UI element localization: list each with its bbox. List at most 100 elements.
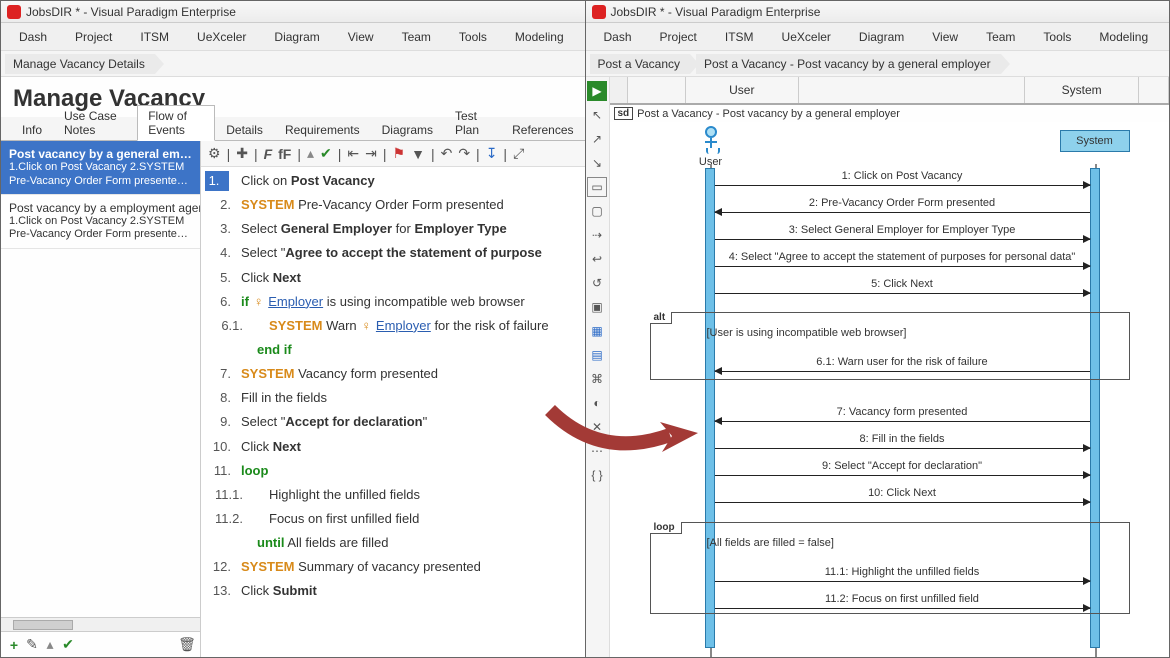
accept-icon[interactable]: ✔ [317,145,335,162]
flow-step[interactable]: 11.1.Highlight the unfilled fields [201,483,585,507]
flow-step[interactable]: 6.if ♀ Employer is using incompatible we… [201,290,585,314]
fragment-alt[interactable]: alt[User is using incompatible web brows… [650,312,1130,380]
sequence-canvas[interactable]: User System 1: Click on Post Vacancy 2: P… [610,122,1170,657]
ref-icon[interactable]: ⌘ [587,369,607,389]
breadcrumb-right[interactable]: Post a Vacancy Post a Vacancy - Post vac… [586,51,1170,77]
font-icon[interactable]: fF [275,146,294,162]
menu-view[interactable]: View [918,26,972,48]
tab-test-plan[interactable]: Test Plan [444,105,501,141]
flow-step[interactable]: 2.SYSTEM Pre-Vacancy Order Form presente… [201,193,585,217]
scenario-list[interactable]: Post vacancy by a general em…1.Click on … [1,141,201,657]
lane-system[interactable]: System [1025,77,1139,103]
menu-itsm[interactable]: ITSM [711,26,768,48]
menu-view[interactable]: View [334,26,388,48]
message[interactable]: 8: Fill in the fields [715,435,1090,449]
lane-user[interactable]: User [686,77,800,103]
message[interactable]: 3: Select General Employer for Employer … [715,226,1090,240]
menu-project[interactable]: Project [61,26,126,48]
menu-uexceler[interactable]: UeXceler [768,26,845,48]
add-step-icon[interactable]: ✚ [233,145,251,162]
message[interactable]: 1: Click on Post Vacancy [715,172,1090,186]
scrollbar-h[interactable] [1,617,200,631]
flow-step[interactable]: 12.SYSTEM Summary of vacancy presented [201,555,585,579]
menu-dash[interactable]: Dash [5,26,61,48]
redo-icon[interactable]: ↷ [455,145,473,162]
trash-icon[interactable]: 🗑 [178,636,196,653]
line-icon[interactable]: ↘ [587,153,607,173]
up-icon[interactable]: ▴ [41,636,59,653]
tag-icon[interactable]: ⚑ [390,145,409,162]
flow-step[interactable]: 11.loop [201,459,585,483]
breadcrumb-item[interactable]: Manage Vacancy Details [5,54,155,74]
run-icon[interactable]: ▶ [587,81,607,101]
cursor-icon[interactable]: ↖ [587,105,607,125]
menu-dash[interactable]: Dash [590,26,646,48]
menu-uexceler[interactable]: UeXceler [183,26,260,48]
menu-team[interactable]: Team [388,26,445,48]
menu-diagram[interactable]: Diagram [845,26,918,48]
message[interactable]: 2: Pre-Vacancy Order Form presented [715,199,1090,213]
flow-step[interactable]: end if [201,338,585,362]
message[interactable]: 5: Click Next [715,280,1090,294]
scenario-item[interactable]: Post vacancy by a general em…1.Click on … [1,141,200,195]
breadcrumb-item[interactable]: Post a Vacancy [590,54,691,74]
flow-step[interactable]: 3.Select General Employer for Employer T… [201,217,585,241]
actor-user[interactable]: User [699,126,723,168]
flow-step[interactable]: 10.Click Next [201,435,585,459]
check-icon[interactable]: ✔ [59,636,77,653]
scenario-item[interactable]: Post vacancy by a employment ager1.Click… [1,195,200,249]
menu-modeling[interactable]: Modeling [501,26,578,48]
flow-step[interactable]: until All fields are filled [201,531,585,555]
flow-step[interactable]: 5.Click Next [201,266,585,290]
expand-icon[interactable]: ⤢ [510,145,527,162]
flow-step[interactable]: 9.Select "Accept for declaration" [201,410,585,434]
flow-toolbar[interactable]: ⚙ | ✚ | F fF | ▴ ✔ | ⇤ ⇥ | ⚑ ▼ | ↶ [201,141,585,167]
flow-step[interactable]: 8.Fill in the fields [201,386,585,410]
gear-icon[interactable]: ⚙ [205,145,224,162]
tool-palette[interactable]: ▶ ↖ ↗ ↘ ▭ ▢ ⇢ ↩ ↺ ▣ ▦ ▤ ⌘ ◐ ✕ ⋯ { } [586,77,610,657]
message[interactable]: 4: Select "Agree to accept the statement… [715,253,1090,267]
dash-icon[interactable]: ⇢ [587,225,607,245]
menu-bar-right[interactable]: DashProjectITSMUeXcelerDiagramViewTeamTo… [586,23,1170,51]
message[interactable]: 9: Select "Accept for declaration" [715,462,1090,476]
flow-step[interactable]: 1.Click on Post Vacancy [201,169,585,193]
menu-modeling[interactable]: Modeling [1085,26,1162,48]
breadcrumb-left[interactable]: Manage Vacancy Details [1,51,585,77]
tab-flow-of-events[interactable]: Flow of Events [137,105,215,141]
self-icon[interactable]: ↺ [587,273,607,293]
note-icon[interactable]: ▤ [587,345,607,365]
use-case-tabs[interactable]: InfoUse Case NotesFlow of EventsDetailsR… [1,117,585,141]
flow-steps[interactable]: 1.Click on Post Vacancy2.SYSTEM Pre-Vaca… [201,167,585,657]
bold-icon[interactable]: F [261,146,276,162]
gate-icon[interactable]: ◐ [587,393,607,413]
tab-diagrams[interactable]: Diagrams [371,119,444,141]
tab-references[interactable]: References [501,119,584,141]
tab-info[interactable]: Info [11,119,53,141]
menu-team[interactable]: Team [972,26,1029,48]
breadcrumb-item[interactable]: Post a Vacancy - Post vacancy by a gener… [696,54,1001,74]
menu-win[interactable]: Win [1162,26,1169,48]
flow-step[interactable]: 6.1.SYSTEM Warn ♀ Employer for the risk … [201,314,585,338]
menu-tools[interactable]: Tools [1029,26,1085,48]
message[interactable]: 10: Click Next [715,489,1090,503]
indent-icon[interactable]: ⇥ [362,145,380,162]
flow-step[interactable]: 7.SYSTEM Vacancy form presented [201,362,585,386]
sep-icon[interactable]: ⋯ [587,441,607,461]
fragment-loop[interactable]: loop[All fields are filled = false] [650,522,1130,614]
menu-project[interactable]: Project [646,26,711,48]
menu-itsm[interactable]: ITSM [126,26,183,48]
actor-system[interactable]: System [1060,130,1130,152]
message[interactable]: 7: Vacancy form presented [715,408,1090,422]
fragment-icon[interactable]: ▦ [587,321,607,341]
add-icon[interactable]: + [5,637,23,653]
menu-tools[interactable]: Tools [445,26,501,48]
lifeline-icon[interactable]: ▭ [587,177,607,197]
wand-icon[interactable]: ✎ [23,636,41,653]
create-icon[interactable]: ▣ [587,297,607,317]
arrow-icon[interactable]: ↗ [587,129,607,149]
undo-icon[interactable]: ↶ [438,145,456,162]
destroy-icon[interactable]: ✕ [587,417,607,437]
menu-bar-left[interactable]: DashProjectITSMUeXcelerDiagramViewTeamTo… [1,23,585,51]
down-icon[interactable]: ▼ [408,146,428,162]
flow-step[interactable]: 11.2.Focus on first unfilled field [201,507,585,531]
